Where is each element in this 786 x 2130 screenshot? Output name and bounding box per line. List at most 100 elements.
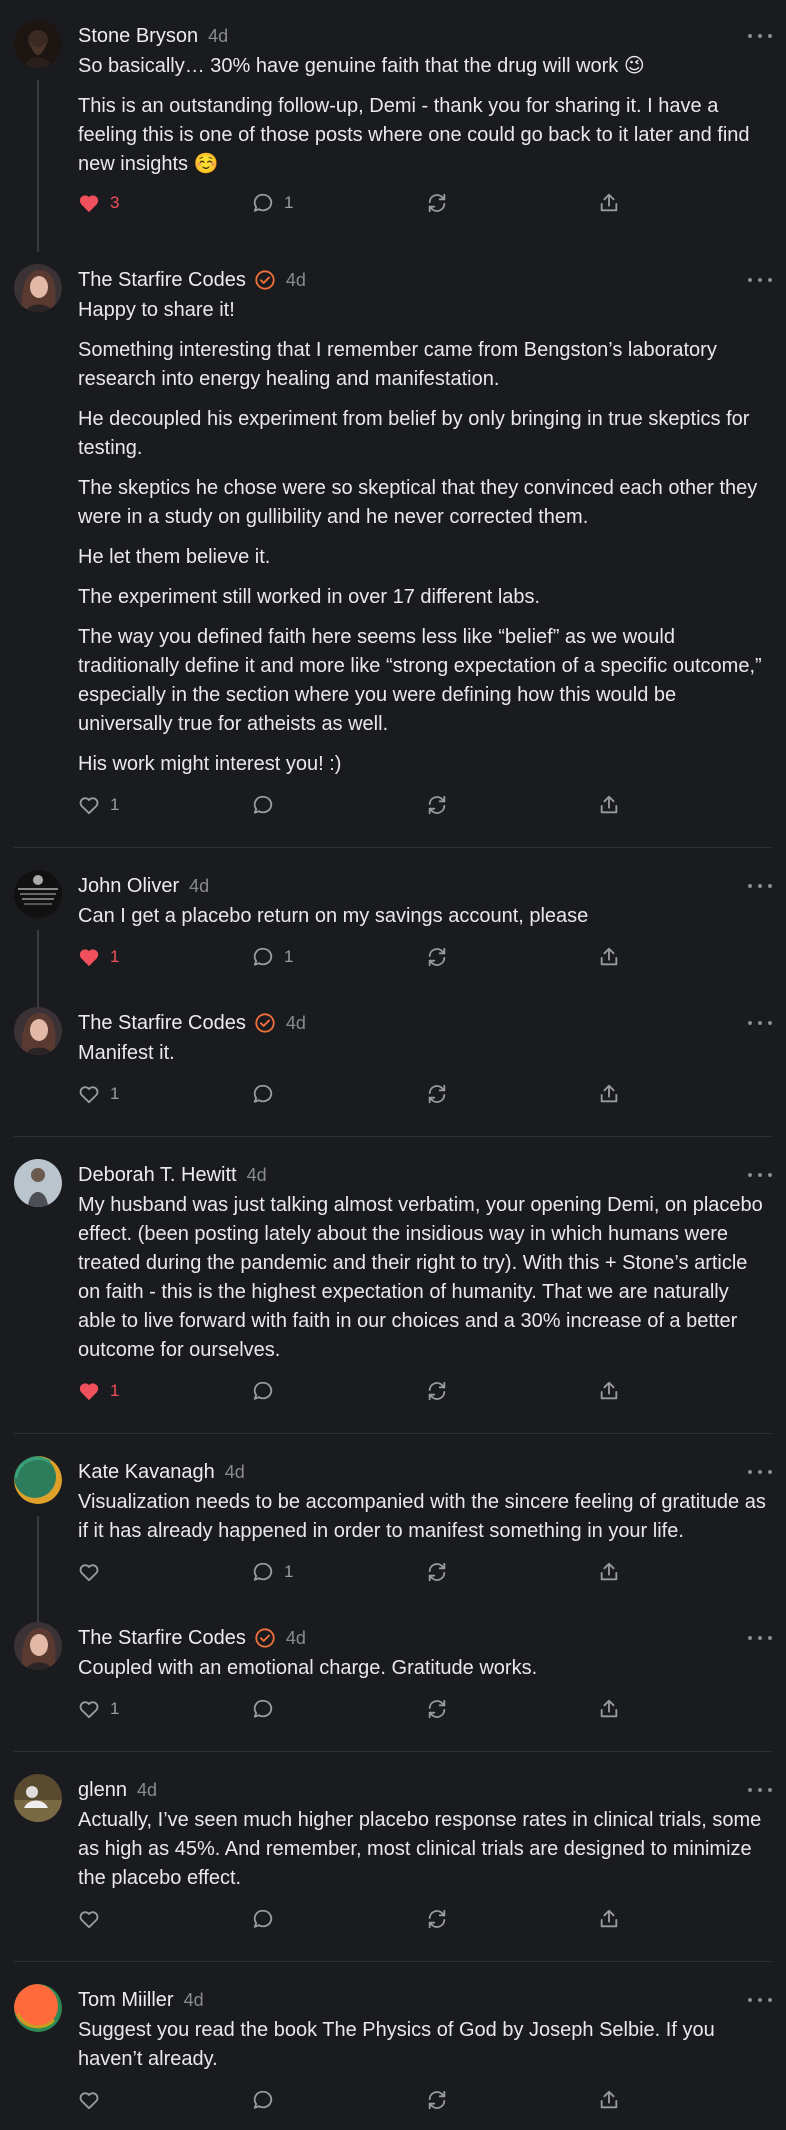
share-icon bbox=[600, 1562, 618, 1581]
more-options-icon[interactable] bbox=[748, 1990, 772, 2010]
like-button[interactable]: 3 bbox=[78, 193, 252, 213]
more-options-icon[interactable] bbox=[748, 1628, 772, 1648]
restack-button[interactable] bbox=[426, 192, 598, 214]
heart-filled-icon bbox=[79, 195, 99, 213]
reply-button[interactable] bbox=[252, 794, 426, 816]
restack-icon bbox=[428, 1562, 446, 1582]
like-button[interactable]: 1 bbox=[78, 947, 252, 967]
share-button[interactable] bbox=[598, 1561, 620, 1583]
like-count: 1 bbox=[110, 795, 120, 814]
restack-button[interactable] bbox=[426, 1908, 598, 1930]
reply-button[interactable]: 1 bbox=[252, 946, 426, 968]
restack-icon bbox=[428, 1909, 446, 1929]
comment: Tom Miiller 4d Suggest you read the book… bbox=[0, 1984, 786, 2120]
more-options-icon[interactable] bbox=[748, 1013, 772, 1033]
avatar[interactable] bbox=[14, 870, 62, 918]
restack-button[interactable] bbox=[426, 1380, 598, 1402]
reply-button[interactable] bbox=[252, 1908, 426, 1930]
reply-button[interactable] bbox=[252, 1083, 426, 1105]
avatar[interactable] bbox=[14, 20, 62, 68]
restack-button[interactable] bbox=[426, 1083, 598, 1105]
restack-button[interactable] bbox=[426, 794, 598, 816]
comment-text: This is an outstanding follow-up, Demi -… bbox=[78, 95, 750, 175]
comment-actions: 3 1 bbox=[78, 183, 772, 223]
reply-button[interactable] bbox=[252, 2089, 426, 2111]
comment: The Starfire Codes 4d Manifest it. 1 bbox=[0, 1007, 786, 1136]
restack-button[interactable] bbox=[426, 2089, 598, 2111]
thread-line bbox=[37, 1516, 39, 1628]
more-options-icon[interactable] bbox=[748, 26, 772, 46]
comment-text: Actually, I’ve seen much higher placebo … bbox=[78, 1809, 762, 1889]
like-button[interactable]: 1 bbox=[78, 1084, 252, 1104]
comment-body: Coupled with an emotional charge. Gratit… bbox=[78, 1654, 772, 1683]
more-options-icon[interactable] bbox=[748, 1780, 772, 1800]
more-options-icon[interactable] bbox=[748, 876, 772, 896]
reply-button[interactable]: 1 bbox=[252, 1561, 426, 1583]
share-button[interactable] bbox=[598, 2089, 620, 2111]
comment-actions: 1 bbox=[78, 1689, 772, 1729]
share-button[interactable] bbox=[598, 1083, 620, 1105]
speech-bubble-icon bbox=[253, 795, 273, 814]
share-button[interactable] bbox=[598, 794, 620, 816]
comment-text: Visualization needs to be accompanied wi… bbox=[78, 1491, 766, 1542]
comment-actions: 1 bbox=[78, 1552, 772, 1592]
comment-thread: Stone Bryson 4d So basically… 30% have g… bbox=[0, 0, 786, 847]
author-name[interactable]: The Starfire Codes bbox=[78, 269, 246, 292]
like-button[interactable]: 1 bbox=[78, 1381, 252, 1401]
avatar[interactable] bbox=[14, 1774, 62, 1822]
speech-bubble-icon bbox=[253, 193, 273, 212]
author-name[interactable]: Stone Bryson bbox=[78, 25, 198, 48]
avatar[interactable] bbox=[14, 1622, 62, 1670]
like-button[interactable] bbox=[78, 2090, 252, 2110]
author-name[interactable]: Deborah T. Hewitt bbox=[78, 1164, 237, 1187]
reply-button[interactable] bbox=[252, 1698, 426, 1720]
more-options-icon[interactable] bbox=[748, 1165, 772, 1185]
share-button[interactable] bbox=[598, 946, 620, 968]
author-name[interactable]: Tom Miiller bbox=[78, 1989, 174, 2012]
heart-outline-icon bbox=[79, 797, 99, 815]
author-name[interactable]: The Starfire Codes bbox=[78, 1012, 246, 1035]
share-button[interactable] bbox=[598, 192, 620, 214]
restack-button[interactable] bbox=[426, 946, 598, 968]
comment-text: He let them believe it. bbox=[78, 546, 271, 568]
comment: Stone Bryson 4d So basically… 30% have g… bbox=[0, 20, 786, 252]
speech-bubble-icon bbox=[253, 1381, 273, 1400]
share-icon bbox=[600, 947, 618, 966]
comment-text: Can I get a placebo return on my savings… bbox=[78, 905, 589, 927]
comment-actions bbox=[78, 2080, 772, 2120]
like-button[interactable] bbox=[78, 1562, 252, 1582]
share-button[interactable] bbox=[598, 1908, 620, 1930]
author-name[interactable]: John Oliver bbox=[78, 875, 179, 898]
avatar[interactable] bbox=[14, 1007, 62, 1055]
more-options-icon[interactable] bbox=[748, 1462, 772, 1482]
comment-thread: Deborah T. Hewitt 4d My husband was just… bbox=[0, 1137, 786, 1433]
avatar[interactable] bbox=[14, 1159, 62, 1207]
restack-button[interactable] bbox=[426, 1698, 598, 1720]
avatar[interactable] bbox=[14, 264, 62, 312]
author-name[interactable]: glenn bbox=[78, 1779, 127, 1802]
like-button[interactable]: 1 bbox=[78, 1699, 252, 1719]
restack-button[interactable] bbox=[426, 1561, 598, 1583]
restack-icon bbox=[428, 947, 446, 967]
comment-body: Manifest it. bbox=[78, 1039, 772, 1068]
timestamp: 4d bbox=[246, 1164, 267, 1185]
comment-text: The experiment still worked in over 17 d… bbox=[78, 586, 541, 608]
reply-button[interactable]: 1 bbox=[252, 192, 426, 214]
author-name[interactable]: Kate Kavanagh bbox=[78, 1461, 215, 1484]
like-button[interactable] bbox=[78, 1909, 252, 1929]
like-button[interactable]: 1 bbox=[78, 795, 252, 815]
comment-body: Suggest you read the book The Physics of… bbox=[78, 2016, 772, 2074]
author-name[interactable]: The Starfire Codes bbox=[78, 1627, 246, 1650]
comment-body: My husband was just talking almost verba… bbox=[78, 1191, 772, 1365]
reply-button[interactable] bbox=[252, 1380, 426, 1402]
more-options-icon[interactable] bbox=[748, 270, 772, 290]
verified-badge-icon bbox=[255, 270, 275, 290]
avatar[interactable] bbox=[14, 1456, 62, 1504]
share-button[interactable] bbox=[598, 1698, 620, 1720]
comment-body: Actually, I’ve seen much higher placebo … bbox=[78, 1806, 772, 1893]
share-button[interactable] bbox=[598, 1380, 620, 1402]
reply-count: 1 bbox=[284, 947, 294, 966]
thread-line bbox=[37, 80, 39, 252]
comment: The Starfire Codes 4d Coupled with an em… bbox=[0, 1622, 786, 1751]
avatar[interactable] bbox=[14, 1984, 62, 2032]
